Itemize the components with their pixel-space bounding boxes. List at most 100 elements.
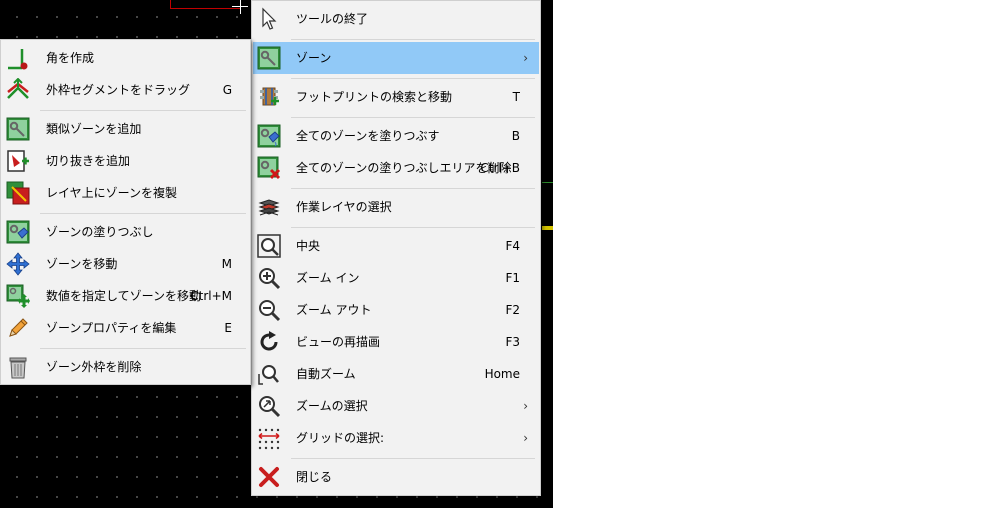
zone-icon xyxy=(257,46,281,70)
submenu-item-create-corner[interactable]: 角を作成 xyxy=(2,42,249,74)
submenu-item-shortcut: G xyxy=(222,83,232,97)
pencil-icon xyxy=(6,316,30,340)
menu-item-shortcut: Home xyxy=(484,367,520,381)
move-exact-icon xyxy=(6,284,30,308)
canvas-item xyxy=(542,182,553,183)
submenu-item-label: 角を作成 xyxy=(46,51,95,65)
menu-item-label: ツールの終了 xyxy=(296,12,369,26)
menu-item-close[interactable]: 閉じる xyxy=(253,461,539,493)
menu-item-label: 作業レイヤの選択 xyxy=(296,200,392,214)
submenu-arrow-icon: › xyxy=(523,51,528,65)
cursor-arrow-icon xyxy=(257,7,281,31)
submenu-item-delete-zone-outline[interactable]: ゾーン外枠を削除 xyxy=(2,351,249,383)
menu-item-zone[interactable]: ゾーン › xyxy=(253,42,539,74)
footprint-move-icon xyxy=(257,85,281,109)
submenu-item-label: レイヤ上にゾーンを複製 xyxy=(46,186,178,200)
submenu-item-move-zone[interactable]: ゾーンを移動 M xyxy=(2,248,249,280)
drag-segment-icon xyxy=(6,78,30,102)
canvas-trace xyxy=(170,0,241,9)
redraw-icon xyxy=(257,330,281,354)
trash-icon xyxy=(6,355,30,379)
close-x-icon xyxy=(257,465,281,489)
submenu-item-label: 類似ゾーンを追加 xyxy=(46,122,142,136)
menu-item-label: ズームの選択 xyxy=(296,399,368,413)
submenu-item-label: ゾーン外枠を削除 xyxy=(46,360,142,374)
menu-item-fill-all-zones[interactable]: 全てのゾーンを塗りつぶす B xyxy=(253,120,539,152)
submenu-arrow-icon: › xyxy=(523,431,528,445)
menu-item-label: ビューの再描画 xyxy=(296,335,381,349)
submenu-item-shortcut: E xyxy=(224,321,232,335)
submenu-item-duplicate-zone-on-layer[interactable]: レイヤ上にゾーンを複製 xyxy=(2,177,249,209)
submenu-item-add-similar-zone[interactable]: 類似ゾーンを追加 xyxy=(2,113,249,145)
context-menu: ツールの終了 ゾーン › フットプリントの検索と移動 T 全てのゾーンを塗りつぶ… xyxy=(251,0,541,496)
submenu-item-label: ゾーンを移動 xyxy=(46,257,118,271)
submenu-item-label: 数値を指定してゾーンを移動 xyxy=(46,289,202,303)
menu-item-select-working-layer[interactable]: 作業レイヤの選択 xyxy=(253,191,539,223)
menu-item-label: ズーム イン xyxy=(296,271,360,285)
submenu-item-drag-segment[interactable]: 外枠セグメントをドラッグ G xyxy=(2,74,249,106)
zone-unfill-all-icon xyxy=(257,156,281,180)
menu-item-label: 全てのゾーンを塗りつぶす xyxy=(296,129,440,143)
add-cutout-icon xyxy=(6,149,30,173)
menu-item-label: 全てのゾーンの塗りつぶしエリアを削除 xyxy=(296,161,512,175)
submenu-item-label: ゾーンの塗りつぶし xyxy=(46,225,154,239)
submenu-item-edit-zone-properties[interactable]: ゾーンプロパティを編集 E xyxy=(2,312,249,344)
menu-item-shortcut: Ctrl+B xyxy=(480,161,520,175)
menu-item-shortcut: F2 xyxy=(505,303,520,317)
submenu-item-move-zone-exact[interactable]: 数値を指定してゾーンを移動 Ctrl+M xyxy=(2,280,249,312)
submenu-item-label: ゾーンプロパティを編集 xyxy=(46,321,177,335)
menu-item-redraw-view[interactable]: ビューの再描画 F3 xyxy=(253,326,539,358)
menu-separator xyxy=(40,213,246,214)
menu-item-label: 閉じる xyxy=(296,470,333,484)
menu-item-label: 自動ズーム xyxy=(296,367,356,381)
menu-item-shortcut: F3 xyxy=(505,335,520,349)
menu-item-end-tool[interactable]: ツールの終了 xyxy=(253,3,539,35)
cursor-crosshair-vertical xyxy=(240,0,241,14)
menu-item-auto-zoom[interactable]: 自動ズーム Home xyxy=(253,358,539,390)
canvas-item xyxy=(542,226,553,230)
menu-item-label: 中央 xyxy=(296,239,321,253)
zoom-center-icon xyxy=(257,234,281,258)
menu-item-shortcut: F1 xyxy=(505,271,520,285)
menu-item-label: フットプリントの検索と移動 xyxy=(296,90,453,104)
layers-stack-icon xyxy=(257,195,281,219)
menu-separator xyxy=(291,39,535,40)
submenu-item-shortcut: Ctrl+M xyxy=(190,289,232,303)
menu-separator xyxy=(291,227,535,228)
add-similar-zone-icon xyxy=(6,117,30,141)
menu-item-shortcut: T xyxy=(512,90,520,104)
menu-item-center[interactable]: 中央 F4 xyxy=(253,230,539,262)
grid-select-icon xyxy=(257,426,281,450)
menu-separator xyxy=(291,117,535,118)
menu-separator xyxy=(291,188,535,189)
zone-fill-icon xyxy=(6,220,30,244)
zone-submenu: 角を作成 外枠セグメントをドラッグ G 類似ゾーンを追加 切り抜きを追加 レイヤ… xyxy=(0,39,251,385)
submenu-item-fill-zone[interactable]: ゾーンの塗りつぶし xyxy=(2,216,249,248)
menu-item-grid-select[interactable]: グリッドの選択: › xyxy=(253,422,539,454)
menu-item-shortcut: B xyxy=(511,129,520,143)
duplicate-zone-layer-icon xyxy=(6,181,30,205)
menu-item-zoom-in[interactable]: ズーム イン F1 xyxy=(253,262,539,294)
zoom-select-icon xyxy=(257,394,281,418)
menu-item-label: グリッドの選択: xyxy=(296,431,385,445)
menu-item-label: ズーム アウト xyxy=(296,303,372,317)
menu-item-find-move-footprint[interactable]: フットプリントの検索と移動 T xyxy=(253,81,539,113)
create-corner-icon xyxy=(6,46,30,70)
menu-item-zoom-out[interactable]: ズーム アウト F2 xyxy=(253,294,539,326)
submenu-item-add-cutout[interactable]: 切り抜きを追加 xyxy=(2,145,249,177)
zoom-fit-icon xyxy=(257,362,281,386)
menu-separator xyxy=(291,78,535,79)
zoom-in-icon xyxy=(257,266,281,290)
menu-separator xyxy=(291,458,535,459)
menu-separator xyxy=(40,110,246,111)
menu-item-label: ゾーン xyxy=(296,51,332,65)
move-icon xyxy=(6,252,30,276)
menu-item-shortcut: F4 xyxy=(505,239,520,253)
menu-item-zoom-select[interactable]: ズームの選択 › xyxy=(253,390,539,422)
submenu-item-shortcut: M xyxy=(221,257,232,271)
menu-separator xyxy=(40,348,246,349)
submenu-arrow-icon: › xyxy=(523,399,528,413)
zone-fill-all-icon xyxy=(257,124,281,148)
menu-item-unfill-all-zones[interactable]: 全てのゾーンの塗りつぶしエリアを削除 Ctrl+B xyxy=(253,152,539,184)
submenu-item-label: 外枠セグメントをドラッグ xyxy=(46,83,191,97)
